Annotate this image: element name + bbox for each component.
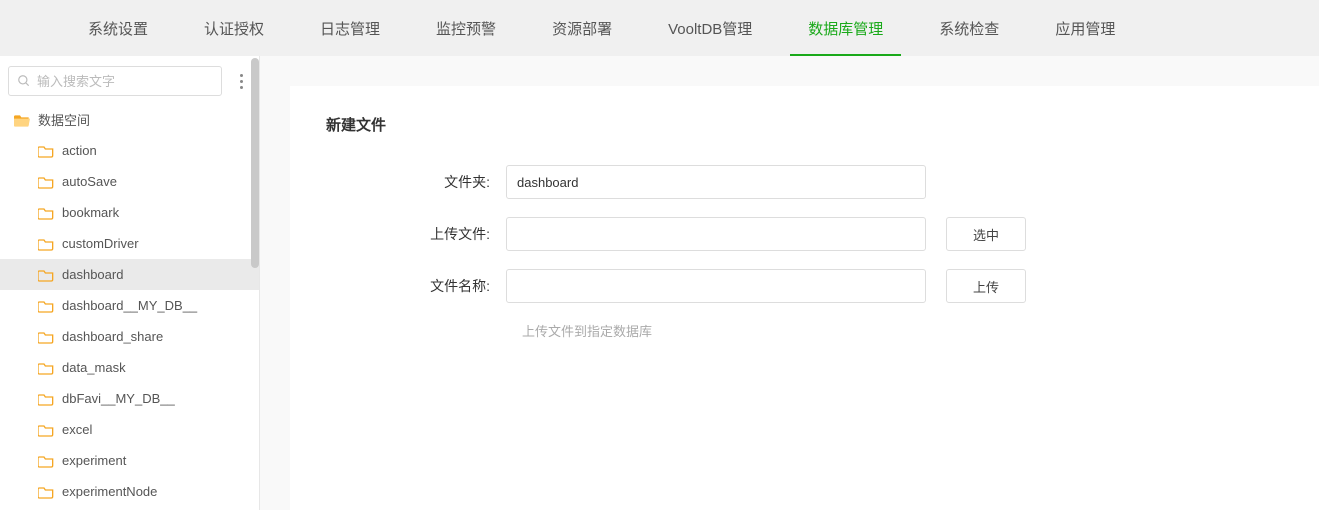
filename-input[interactable] bbox=[506, 269, 926, 303]
nav-item-6[interactable]: 数据库管理 bbox=[780, 0, 911, 56]
folder-icon bbox=[38, 361, 54, 375]
tree-node-2[interactable]: bookmark bbox=[0, 197, 259, 228]
top-nav: 系统设置认证授权日志管理监控预警资源部署VooltDB管理数据库管理系统检查应用… bbox=[0, 0, 1319, 56]
tree-node-8[interactable]: dbFavi__MY_DB__ bbox=[0, 383, 259, 414]
tree-root-node[interactable]: 数据空间 bbox=[0, 104, 259, 135]
tree-node-label: dbFavi__MY_DB__ bbox=[62, 391, 175, 406]
upload-file-input[interactable] bbox=[506, 217, 926, 251]
nav-item-8[interactable]: 应用管理 bbox=[1027, 0, 1143, 56]
tree-node-3[interactable]: customDriver bbox=[0, 228, 259, 259]
tree-node-7[interactable]: data_mask bbox=[0, 352, 259, 383]
nav-item-4[interactable]: 资源部署 bbox=[524, 0, 640, 56]
folder-icon bbox=[38, 268, 54, 282]
tree-node-1[interactable]: autoSave bbox=[0, 166, 259, 197]
folder-icon bbox=[38, 485, 54, 499]
folder-label: 文件夹: bbox=[326, 172, 506, 192]
upload-hint: 上传文件到指定数据库 bbox=[522, 321, 1283, 340]
folder-icon bbox=[38, 144, 54, 158]
folder-icon bbox=[38, 330, 54, 344]
tree-node-label: dashboard bbox=[62, 267, 123, 282]
sidebar: 数据空间 action autoSave bookmark customDriver d… bbox=[0, 56, 260, 510]
folder-icon bbox=[38, 206, 54, 220]
tree-node-11[interactable]: experimentNode bbox=[0, 476, 259, 507]
panel-title: 新建文件 bbox=[326, 114, 1283, 135]
sidebar-scrollbar-thumb[interactable] bbox=[251, 58, 259, 268]
tree-node-label: experiment bbox=[62, 453, 126, 468]
search-box[interactable] bbox=[8, 66, 222, 96]
tree-node-10[interactable]: experiment bbox=[0, 445, 259, 476]
search-icon bbox=[17, 74, 31, 88]
nav-item-2[interactable]: 日志管理 bbox=[292, 0, 408, 56]
tree-node-label: excel bbox=[62, 422, 92, 437]
folder-icon bbox=[38, 175, 54, 189]
upload-button[interactable]: 上传 bbox=[946, 269, 1026, 303]
folder-tree: 数据空间 action autoSave bookmark customDriver d… bbox=[0, 104, 259, 510]
tree-node-6[interactable]: dashboard_share bbox=[0, 321, 259, 352]
nav-item-1[interactable]: 认证授权 bbox=[176, 0, 292, 56]
more-options-button[interactable] bbox=[232, 71, 251, 91]
tree-node-label: dashboard_share bbox=[62, 329, 163, 344]
tree-node-label: dashboard__MY_DB__ bbox=[62, 298, 197, 313]
select-file-button[interactable]: 选中 bbox=[946, 217, 1026, 251]
tree-node-9[interactable]: excel bbox=[0, 414, 259, 445]
nav-item-5[interactable]: VooltDB管理 bbox=[640, 0, 780, 56]
folder-icon bbox=[38, 299, 54, 313]
search-input[interactable] bbox=[37, 74, 213, 89]
tree-node-label: autoSave bbox=[62, 174, 117, 189]
upload-file-label: 上传文件: bbox=[326, 224, 506, 244]
folder-icon bbox=[38, 454, 54, 468]
nav-item-3[interactable]: 监控预警 bbox=[408, 0, 524, 56]
main-content: 新建文件 文件夹: 上传文件: 选中 文件名称: 上传 上传文件到指定数据库 bbox=[260, 56, 1319, 510]
folder-input[interactable] bbox=[506, 165, 926, 199]
folder-icon bbox=[38, 392, 54, 406]
tree-node-label: experimentNode bbox=[62, 484, 157, 499]
tree-node-5[interactable]: dashboard__MY_DB__ bbox=[0, 290, 259, 321]
tree-root-label: 数据空间 bbox=[38, 110, 90, 129]
tree-node-label: customDriver bbox=[62, 236, 139, 251]
nav-item-0[interactable]: 系统设置 bbox=[60, 0, 176, 56]
folder-open-icon bbox=[14, 113, 30, 127]
tree-node-0[interactable]: action bbox=[0, 135, 259, 166]
folder-icon bbox=[38, 237, 54, 251]
tree-node-label: data_mask bbox=[62, 360, 126, 375]
nav-item-7[interactable]: 系统检查 bbox=[911, 0, 1027, 56]
folder-icon bbox=[38, 423, 54, 437]
tree-node-label: action bbox=[62, 143, 97, 158]
tree-node-4[interactable]: dashboard bbox=[0, 259, 259, 290]
filename-label: 文件名称: bbox=[326, 276, 506, 296]
new-file-panel: 新建文件 文件夹: 上传文件: 选中 文件名称: 上传 上传文件到指定数据库 bbox=[290, 86, 1319, 510]
tree-node-label: bookmark bbox=[62, 205, 119, 220]
